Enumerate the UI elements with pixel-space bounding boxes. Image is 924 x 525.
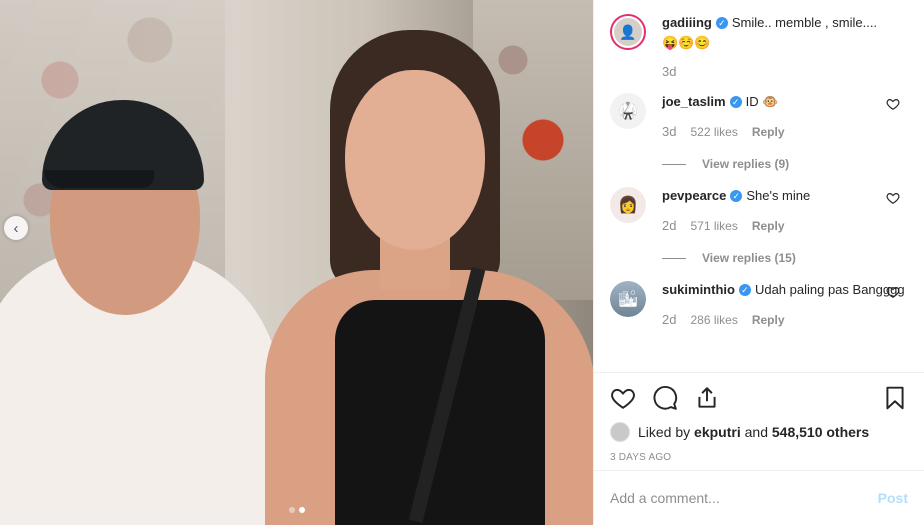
comment-username[interactable]: sukiminthio (662, 282, 735, 297)
share-icon[interactable] (694, 385, 720, 411)
woman-face (345, 70, 485, 250)
comment-text: She's mine (746, 188, 811, 203)
add-comment-bar: Post (594, 470, 924, 525)
view-replies-label: View replies (15) (702, 251, 796, 265)
liker-avatar[interactable] (610, 422, 630, 442)
comment-body: joe_taslim ✓ ID 🐵 3d 522 likes Reply View … (662, 93, 908, 173)
action-icons (610, 383, 908, 413)
post-caption: 👤 gadiiing ✓ Smile.. memble , smile.... 😝☺… (610, 14, 908, 52)
comment-username[interactable]: pevpearce (662, 188, 726, 203)
comment-input[interactable] (610, 490, 878, 506)
comment-text: ID 🐵 (745, 94, 779, 109)
comments-list[interactable]: 👤 gadiiing ✓ Smile.. memble , smile.... 😝☺… (594, 0, 924, 372)
liked-by-user[interactable]: ekputri (694, 424, 741, 440)
commenter-avatar[interactable]: 👩 (610, 187, 646, 223)
comment-body: pevpearce ✓ She's mine 2d 571 likes Reply … (662, 187, 908, 267)
commenter-avatar[interactable]: 🏙 (610, 281, 646, 317)
caption-username[interactable]: gadiiing (662, 15, 712, 30)
caption-emoji: 😝☺️😊 (662, 35, 711, 50)
comment-time[interactable]: 2d (662, 217, 676, 235)
caption-text-block: gadiiing ✓ Smile.. memble , smile.... 😝☺️😊 (662, 14, 908, 52)
likes-count[interactable]: 548,510 others (772, 424, 869, 440)
liked-by-summary: Liked by ekputri and 548,510 others (610, 422, 908, 442)
liked-by-text: Liked by ekputri and 548,510 others (638, 424, 869, 440)
reply-button[interactable]: Reply (752, 123, 785, 141)
author-avatar-image: 👤 (614, 18, 642, 46)
comment-icon[interactable] (652, 385, 678, 411)
comment-text: Udah paling pas Bangggg (754, 282, 905, 297)
carousel-dot-active (298, 507, 305, 513)
comment-item: 🏙 sukiminthio ✓ Udah paling pas Bangggg 2d… (610, 281, 908, 329)
replies-divider (662, 163, 686, 165)
carousel-indicator (0, 507, 593, 513)
post-comment-button[interactable]: Post (878, 490, 908, 506)
liked-by-prefix: Liked by (638, 424, 691, 440)
verified-icon: ✓ (715, 16, 728, 29)
view-replies-label: View replies (9) (702, 157, 790, 171)
replies-divider (662, 257, 686, 259)
heart-icon[interactable] (610, 385, 636, 411)
reply-button[interactable]: Reply (752, 311, 785, 329)
comment-likes[interactable]: 522 likes (690, 123, 737, 141)
reply-button[interactable]: Reply (752, 217, 785, 235)
commenter-avatar[interactable]: 🥋 (610, 93, 646, 129)
verified-icon: ✓ (730, 189, 743, 202)
man-cap-brim (44, 170, 154, 188)
view-replies-button[interactable]: View replies (9) (662, 155, 908, 173)
comment-likes[interactable]: 286 likes (690, 311, 737, 329)
like-comment-heart-icon[interactable] (886, 285, 900, 299)
post-actions: Liked by ekputri and 548,510 others 3 DA… (594, 372, 924, 463)
comment-item: 👩 pevpearce ✓ She's mine 2d 571 likes Repl… (610, 187, 908, 267)
comment-body: sukiminthio ✓ Udah paling pas Bangggg 2d 2… (662, 281, 908, 329)
comment-meta: 3d 522 likes Reply (662, 123, 908, 141)
caption-timestamp[interactable]: 3d (662, 64, 908, 79)
instagram-post-modal: ‹ 👤 gadiiing ✓ Smile.. memble , smile.... … (0, 0, 924, 525)
comment-time[interactable]: 3d (662, 123, 676, 141)
bookmark-icon[interactable] (882, 385, 908, 411)
comment-time[interactable]: 2d (662, 311, 676, 329)
author-avatar[interactable]: 👤 (610, 14, 646, 50)
comment-meta: 2d 571 likes Reply (662, 217, 908, 235)
like-comment-heart-icon[interactable] (886, 191, 900, 205)
view-replies-button[interactable]: View replies (15) (662, 249, 908, 267)
carousel-dot (288, 507, 295, 513)
post-date[interactable]: 3 DAYS AGO (610, 452, 908, 463)
verified-icon: ✓ (729, 95, 742, 108)
comment-item: 🥋 joe_taslim ✓ ID 🐵 3d 522 likes Reply Vie… (610, 93, 908, 173)
caption-text: Smile.. memble , smile.... (731, 15, 878, 30)
like-comment-heart-icon[interactable] (886, 97, 900, 111)
chevron-left-icon: ‹ (13, 219, 19, 237)
liked-by-and: and (744, 424, 768, 440)
verified-icon: ✓ (738, 283, 751, 296)
post-photo[interactable]: ‹ (0, 0, 593, 525)
comment-meta: 2d 286 likes Reply (662, 311, 908, 329)
previous-slide-button[interactable]: ‹ (4, 216, 28, 240)
comment-username[interactable]: joe_taslim (662, 94, 726, 109)
comment-likes[interactable]: 571 likes (690, 217, 737, 235)
post-side-panel: 👤 gadiiing ✓ Smile.. memble , smile.... 😝☺… (593, 0, 924, 525)
